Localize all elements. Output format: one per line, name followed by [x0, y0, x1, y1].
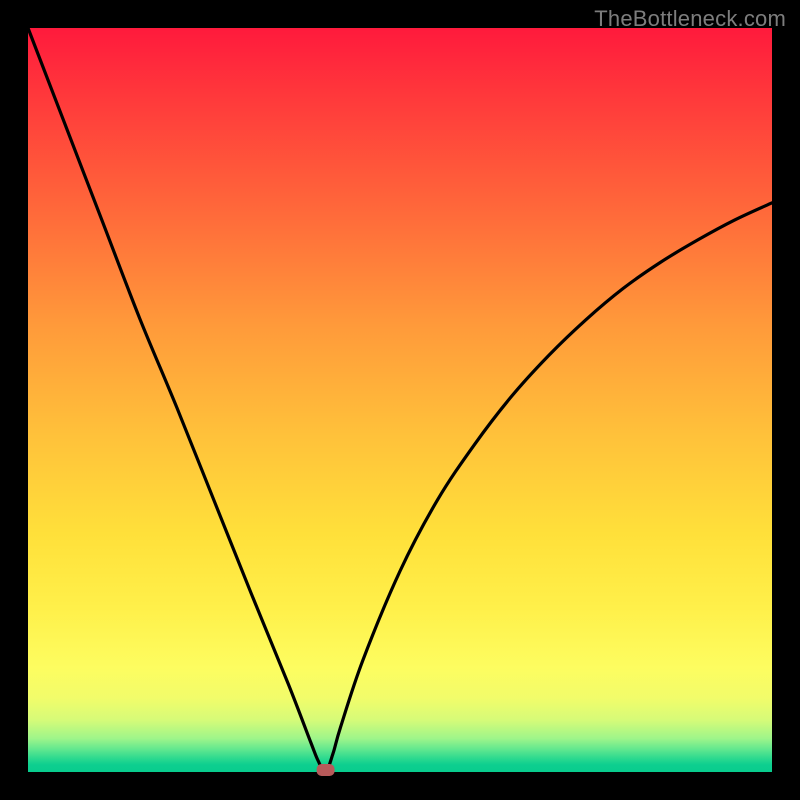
- chart-frame: TheBottleneck.com: [0, 0, 800, 800]
- optimal-marker: [317, 764, 335, 776]
- curve-layer: [28, 28, 772, 772]
- plot-area: [28, 28, 772, 772]
- bottleneck-curve: [28, 28, 772, 772]
